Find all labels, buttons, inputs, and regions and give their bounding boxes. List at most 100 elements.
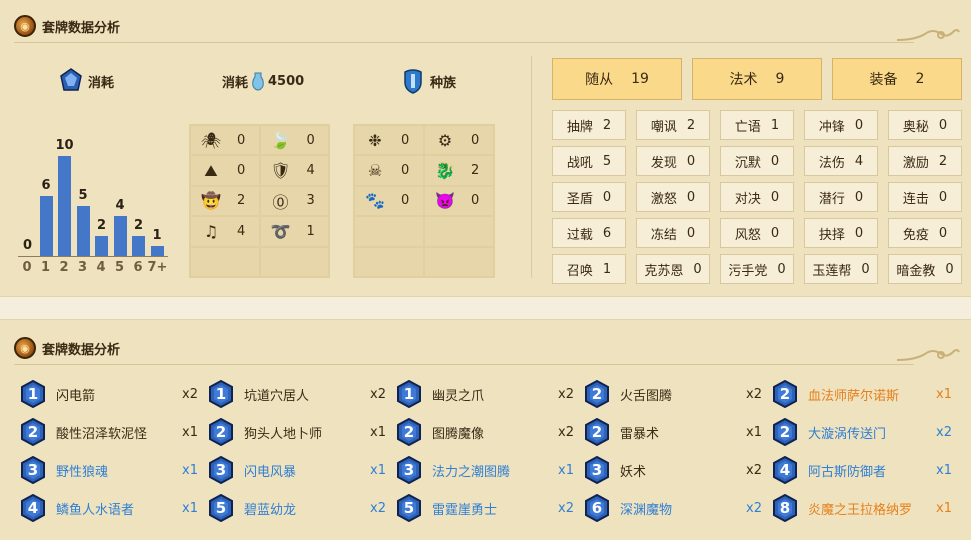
grid-cell: 🐉 2 (425, 156, 493, 185)
mechanic-label: 冻结 (650, 227, 677, 243)
grid-cell (191, 247, 259, 276)
card-count: x2 (558, 386, 574, 402)
mechanic-label: 法伤 (818, 155, 845, 171)
gear-icon: ⚙ (437, 130, 453, 150)
mechanic-count: 0 (770, 189, 780, 205)
card-entry[interactable]: 1 坑道穴居人 x2 (208, 378, 386, 410)
card-cost: 4 (27, 499, 39, 517)
curve-tick-label: 7+ (147, 260, 168, 275)
card-entry[interactable]: 8 炎魔之王拉格纳罗 x1 (772, 492, 952, 524)
mechanic-count: 2 (686, 117, 696, 133)
card-entry[interactable]: 2 图腾魔像 x2 (396, 416, 574, 448)
grid-cell: ⛰ 0 (191, 156, 259, 185)
grid-cell-count: 4 (237, 223, 246, 239)
mechanic-count: 0 (854, 117, 864, 133)
mechanic-tag: 奥秘 0 (888, 110, 962, 140)
card-entry[interactable]: 2 火舌图腾 x2 (584, 378, 762, 410)
mechanic-count: 1 (602, 261, 612, 277)
mechanic-label: 圣盾 (566, 191, 593, 207)
cost-header: 消耗 (60, 66, 114, 96)
mechanic-label: 对决 (734, 191, 761, 207)
grid-cell-count: 3 (306, 193, 315, 209)
demon-icon: 👿 (435, 191, 455, 211)
card-cost: 3 (215, 461, 227, 479)
mechanic-tag: 抉择 0 (804, 218, 878, 248)
card-count: x1 (936, 386, 952, 402)
mechanic-label: 克苏恩 (644, 263, 684, 279)
card-type-label: 装备 (869, 72, 898, 88)
mechanic-tag: 冲锋 0 (804, 110, 878, 140)
curve-bar-value: 1 (152, 228, 162, 243)
card-entry[interactable]: 2 雷暴术 x1 (584, 416, 762, 448)
mana-gem-icon: 2 (396, 418, 422, 446)
grid-cell: ⓪3 (260, 186, 328, 216)
mana-crystal-icon (60, 68, 82, 91)
card-entry[interactable]: 1 幽灵之爪 x2 (396, 378, 574, 410)
mana-gem-icon: 3 (396, 456, 422, 484)
card-entry[interactable]: 3 野性狼魂 x1 (20, 454, 198, 486)
card-entry[interactable]: 5 碧蓝幼龙 x2 (208, 492, 386, 524)
card-count: x1 (370, 424, 386, 440)
mechanic-count: 0 (938, 189, 948, 205)
card-entry[interactable]: 2 大漩涡传送门 x2 (772, 416, 952, 448)
card-entry[interactable]: 2 酸性沼泽软泥怪 x1 (20, 416, 198, 448)
card-entry[interactable]: 2 血法师萨尔诺斯 x1 (772, 378, 952, 410)
card-entry[interactable]: 3 妖术 x2 (584, 454, 762, 486)
card-cost: 2 (215, 423, 227, 441)
section-header: ◉ 套牌数据分析 (14, 12, 120, 40)
mechanic-label: 过载 (566, 227, 593, 243)
scroll-ornament-icon (896, 349, 960, 361)
card-count: x2 (746, 500, 762, 516)
card-count: x1 (370, 462, 386, 478)
card-cost: 1 (27, 385, 39, 403)
curve-bar-value: 4 (115, 198, 125, 213)
curve-tick-label: 2 (59, 260, 69, 275)
golden-coil-icon: ➰ (270, 221, 291, 241)
mechanic-label: 嘲讽 (650, 119, 677, 135)
grid-cell-count: 0 (401, 163, 410, 179)
card-name: 幽灵之爪 (432, 388, 485, 404)
card-count: x2 (558, 424, 574, 440)
card-entry[interactable]: 1 闪电箭 x2 (20, 378, 198, 410)
mana-gem-icon: 2 (772, 380, 798, 408)
mana-gem-icon: 1 (208, 380, 234, 408)
card-entry[interactable]: 5 雷霆崖勇士 x2 (396, 492, 574, 524)
mechanic-label: 潜行 (818, 191, 845, 207)
mana-gem-icon: 3 (208, 456, 234, 484)
grid-cell: 🍃 0 (260, 126, 328, 155)
mana-gem-icon: 3 (20, 456, 46, 484)
grid-cell-count: 0 (237, 132, 246, 148)
mechanic-count: 4 (854, 153, 864, 169)
mechanic-label: 风怒 (734, 227, 761, 243)
curve-tick-label: 4 (96, 260, 106, 275)
card-count: x2 (370, 500, 386, 516)
blue-elemental-icon: ❉ (368, 130, 382, 150)
hearthstone-logo-icon: ◉ (14, 337, 36, 359)
card-count: x1 (182, 424, 198, 440)
race-header-label: 种族 (430, 75, 457, 91)
mechanic-count: 0 (770, 153, 780, 169)
card-type-count: 2 (915, 71, 925, 87)
card-count: x1 (746, 424, 762, 440)
card-entry[interactable]: 6 深渊魔物 x2 (584, 492, 762, 524)
curve-bar-value: 6 (41, 178, 51, 193)
grid-cell: ⚙ 0 (425, 126, 493, 155)
card-cost: 5 (403, 499, 415, 517)
mana-gem-icon: 2 (584, 418, 610, 446)
mana-gem-icon: 1 (396, 380, 422, 408)
curve-bar (95, 236, 108, 256)
card-name: 闪电箭 (56, 388, 96, 404)
card-cost: 8 (779, 499, 791, 517)
card-entry[interactable]: 4 鳞鱼人水语者 x1 (20, 492, 198, 524)
grid-cell: 🛡 4 (260, 156, 328, 185)
card-entry[interactable]: 4 阿古斯防御者 x1 (772, 454, 952, 486)
mountain-icon: ⛰ (204, 160, 218, 180)
cost-header-label: 消耗 (88, 75, 115, 91)
card-entry[interactable]: 2 狗头人地卜师 x1 (208, 416, 386, 448)
card-entry[interactable]: 3 闪电风暴 x1 (208, 454, 386, 486)
card-entry[interactable]: 3 法力之潮图腾 x1 (396, 454, 574, 486)
mechanic-label: 激励 (902, 155, 929, 171)
card-name: 雷霆崖勇士 (432, 502, 498, 518)
scroll-ornament-icon (896, 29, 960, 41)
mechanic-tag: 沉默 0 (720, 146, 794, 176)
